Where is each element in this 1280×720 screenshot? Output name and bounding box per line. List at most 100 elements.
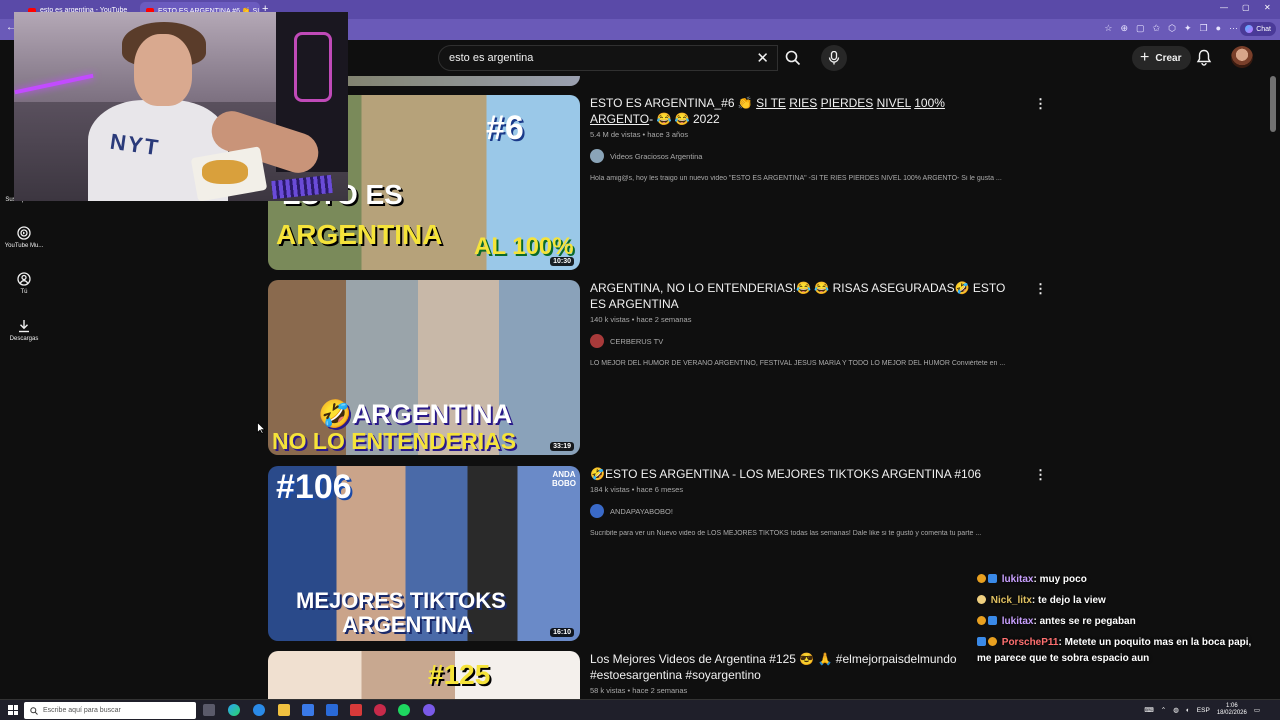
subscriber-badge-icon (988, 637, 997, 646)
chat-username: lukitax (1001, 574, 1034, 585)
create-label: Crear (1155, 52, 1182, 64)
video-stats: 184 k vistas • hace 6 meses (590, 485, 684, 494)
reader-icon[interactable]: ▢ (1136, 23, 1145, 34)
system-tray: ⌨ ⌃ ◍ ◐ ESP 1:06 18/02/2026 ▭ (1144, 703, 1260, 717)
windows-taskbar: Escribe aquí para buscar ⌨ ⌃ ◍ ◐ ESP 1:0… (0, 699, 1280, 720)
store-icon[interactable] (302, 704, 314, 716)
copilot-chat-button[interactable]: Chat (1240, 22, 1276, 36)
video-duration: 10:30 (550, 257, 574, 266)
channel-name: CERBERUS TV (610, 336, 664, 346)
stream-chat-overlay: lukitax: muy poco Nick_litx: te dejo la … (977, 572, 1267, 672)
thumbnail-text: ARGENTINA (276, 219, 443, 250)
video-meta: Los Mejores Videos de Argentina #125 😎 🙏… (590, 651, 1010, 695)
video-thumbnail[interactable]: #125 (268, 651, 580, 699)
chat-text: : antes se re pegaban (1033, 616, 1136, 627)
channel-link[interactable]: ANDAPAYABOBO! (590, 504, 1010, 518)
plus-icon: + (1140, 49, 1150, 66)
volume-icon[interactable]: ◐ (1186, 707, 1190, 714)
mouse-cursor-icon (257, 422, 265, 434)
chat-text: : muy poco (1033, 574, 1087, 585)
streamer-face (134, 34, 192, 106)
video-duration: 33:19 (550, 442, 574, 451)
taskbar-search-placeholder: Escribe aquí para buscar (43, 707, 121, 714)
video-title[interactable]: ARGENTINA, NO LO ENTENDERIAS!😂 😂 RISAS A… (590, 280, 1010, 312)
chevron-up-icon[interactable]: ⌃ (1161, 706, 1166, 714)
discord-icon[interactable] (423, 704, 435, 716)
extension-icon[interactable]: ☆ (1104, 23, 1112, 34)
video-thumbnail[interactable]: #106 ANDA BOBO MEJORES TIKTOKS ARGENTINA… (268, 466, 580, 641)
profile-icon[interactable]: ● (1216, 23, 1221, 34)
search-icon (785, 50, 801, 66)
windows-start-icon[interactable] (8, 705, 18, 715)
clear-search-icon[interactable]: ✕ (756, 49, 769, 67)
thumbnail-text: MEJORES TIKTOKS (296, 588, 506, 613)
video-description: LO MEJOR DEL HUMOR DE VERANO ARGENTINO, … (590, 360, 1006, 367)
shield-icon[interactable]: ⬡ (1168, 23, 1176, 34)
sidebar-item-label: Descargas (9, 336, 39, 342)
video-meta: 🤣ESTO ES ARGENTINA - LOS MEJORES TIKTOKS… (590, 466, 1010, 537)
favorites-icon[interactable]: ✩ (1153, 23, 1161, 34)
video-title[interactable]: Los Mejores Videos de Argentina #125 😎 🙏… (590, 651, 1010, 683)
channel-link[interactable]: CERBERUS TV (590, 334, 1010, 348)
video-title[interactable]: ESTO ES ARGENTINA_#6 👏 SI TE RIES PIERDE… (590, 95, 1010, 127)
keyboard-icon[interactable]: ⌨ (1144, 706, 1153, 714)
zoom-icon[interactable]: ⊕ (1120, 23, 1128, 34)
page-scrollbar[interactable] (1270, 76, 1276, 696)
taskbar-search-box[interactable]: Escribe aquí para buscar (24, 702, 196, 719)
obs-icon[interactable] (374, 704, 386, 716)
sidebar-item-downloads[interactable]: Descargas (0, 319, 48, 342)
subscriber-badge-icon (977, 616, 986, 625)
video-thumbnail[interactable]: 🤣ARGENTINA NO LO ENTENDERIAS 33:19 (268, 280, 580, 455)
more-options-icon[interactable]: ⋮ (1034, 468, 1047, 481)
channel-avatar (590, 334, 604, 348)
more-options-icon[interactable]: ⋮ (1034, 97, 1047, 110)
puzzle-icon[interactable]: ✦ (1184, 23, 1192, 34)
maximize-button[interactable]: ▢ (1242, 3, 1250, 12)
browser-icon[interactable] (253, 704, 265, 716)
edge-icon[interactable] (228, 704, 240, 716)
you-icon (17, 272, 31, 286)
language-indicator[interactable]: ESP (1197, 707, 1210, 714)
taskbar-clock[interactable]: 1:06 18/02/2026 (1217, 703, 1247, 717)
channel-link[interactable]: Videos Graciosos Argentina (590, 149, 1010, 163)
notification-center-icon[interactable]: ▭ (1254, 706, 1260, 714)
thumbnail-text: #125 (428, 659, 491, 690)
create-button[interactable]: + Crear (1132, 46, 1192, 70)
thumbnail-text: #6 (486, 109, 524, 147)
clock-date: 18/02/2026 (1216, 710, 1247, 716)
more-options-icon[interactable]: ⋮ (1034, 282, 1047, 295)
search-button[interactable] (778, 45, 808, 71)
close-window-button[interactable]: ✕ (1264, 3, 1271, 12)
app-icon[interactable] (350, 704, 362, 716)
voice-search-button[interactable] (821, 45, 847, 71)
chat-text: : te dejo la view (1031, 595, 1106, 606)
collections-icon[interactable]: ❐ (1199, 23, 1207, 34)
downloads-icon (19, 320, 29, 333)
minimize-button[interactable]: — (1220, 3, 1228, 12)
search-input[interactable]: esto es argentina (449, 52, 533, 64)
video-title[interactable]: 🤣ESTO ES ARGENTINA - LOS MEJORES TIKTOKS… (590, 466, 1010, 482)
channel-avatar (590, 504, 604, 518)
mail-icon[interactable] (326, 704, 338, 716)
video-description: Hola amig@s, hoy les traigo un nuevo vid… (590, 175, 1002, 182)
spotify-icon[interactable] (398, 704, 410, 716)
file-explorer-icon[interactable] (278, 704, 290, 716)
channel-name: Videos Graciosos Argentina (610, 151, 703, 161)
extension-icons: ☆ ⊕ ▢ ✩ ⬡ ✦ ❐ ● ⋯ (1104, 23, 1238, 34)
menu-dots-icon[interactable]: ⋯ (1229, 23, 1238, 34)
scrollbar-thumb[interactable] (1270, 76, 1276, 132)
account-avatar[interactable] (1231, 46, 1253, 68)
chat-message: lukitax: muy poco (977, 572, 1267, 588)
thumbnail-text: NO LO ENTENDERIAS (272, 428, 517, 454)
task-view-icon[interactable] (203, 704, 215, 716)
chat-username: lukitax (1001, 616, 1034, 627)
chat-message: lukitax: antes se re pegaban (977, 614, 1267, 630)
webcam-overlay: NYT (14, 12, 348, 201)
sidebar-item-youtube-music[interactable]: YouTube Mu... (0, 226, 48, 249)
notifications-button[interactable] (1196, 49, 1212, 71)
mod-badge-icon (977, 637, 986, 646)
sidebar-item-you[interactable]: Tú (0, 272, 48, 295)
network-icon[interactable]: ◍ (1173, 706, 1179, 714)
video-stats: 140 k vistas • hace 2 semanas (590, 315, 692, 324)
search-box[interactable]: esto es argentina ✕ (438, 45, 778, 71)
